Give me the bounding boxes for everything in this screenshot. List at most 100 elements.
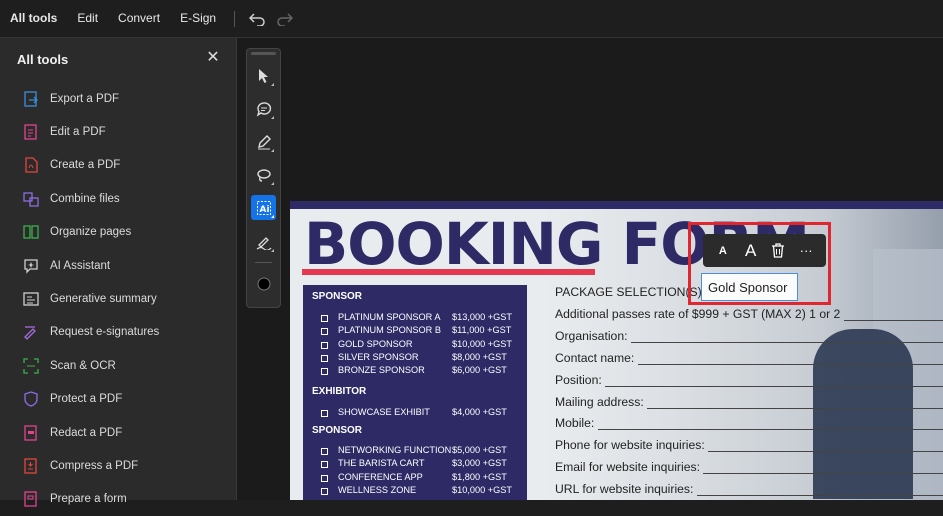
tool-item-edit-a-pdf[interactable]: Edit a PDF — [0, 115, 236, 148]
toolbar-grip[interactable] — [251, 52, 276, 55]
menu-edit[interactable]: Edit — [67, 0, 108, 37]
form-line: Phone for website inquiries: — [555, 438, 943, 453]
package-name: SHOWCASE EXHIBIT — [338, 407, 430, 417]
tool-item-label: Prepare a form — [50, 493, 127, 506]
delete-icon[interactable] — [767, 240, 789, 262]
tool-item-label: Export a PDF — [50, 92, 120, 105]
package-option: NETWORKING FUNCTION $5,000 +GST — [321, 445, 521, 455]
toolbar-divider — [255, 262, 272, 263]
organize-pages-icon — [22, 223, 40, 241]
exhibitor-heading: EXHIBITOR — [312, 386, 367, 397]
package-name: CONFERENCE APP — [338, 471, 423, 482]
tool-item-label: Request e-signatures — [50, 326, 160, 339]
top-menu-bar: All tools Edit Convert E-Sign — [0, 0, 943, 38]
tool-item-label: Generative summary — [50, 293, 157, 306]
select-icon[interactable] — [251, 63, 276, 88]
tool-item-redact-a-pdf[interactable]: Redact a PDF — [0, 416, 236, 449]
checkbox — [321, 487, 328, 495]
tool-item-request-e-signatures[interactable]: Request e-signatures — [0, 316, 236, 349]
tool-item-create-a-pdf[interactable]: Create a PDF — [0, 149, 236, 182]
tool-item-label: AI Assistant — [50, 259, 111, 272]
form-line: URL for website inquiries: — [555, 482, 943, 497]
checkbox — [321, 410, 328, 417]
form-line: Email for website inquiries: — [555, 460, 943, 475]
tool-item-export-a-pdf[interactable]: Export a PDF — [0, 82, 236, 115]
tool-item-label: Organize pages — [50, 226, 132, 239]
form-label: Additional passes rate of $999 + GST (MA… — [555, 306, 841, 321]
ai-assistant-icon — [22, 257, 40, 275]
tool-item-ai-assistant[interactable]: AI Assistant — [0, 249, 236, 282]
checkbox — [321, 315, 328, 322]
quick-tools-toolbar: Ai — [246, 48, 281, 308]
checkbox — [321, 474, 328, 482]
close-icon[interactable]: ✕ — [205, 50, 221, 66]
package-option: CONFERENCE APP $1,800 +GST — [321, 472, 521, 482]
more-options-icon[interactable]: ··· — [795, 240, 817, 262]
checkbox — [321, 368, 328, 376]
form-fill-line — [708, 450, 943, 453]
svg-text:Ai: Ai — [259, 205, 269, 215]
generative-summary-icon — [22, 290, 40, 308]
protect-pdf-icon — [22, 390, 40, 408]
package-price: $10,000 +GST — [452, 484, 513, 495]
menu-convert[interactable]: Convert — [108, 0, 170, 37]
lasso-icon[interactable] — [251, 162, 276, 187]
undo-icon[interactable] — [243, 5, 271, 33]
package-price: $3,000 +GST — [452, 458, 507, 469]
tool-item-label: Protect a PDF — [50, 393, 123, 406]
package-price: $13,000 +GST — [452, 312, 513, 322]
package-name: NETWORKING FUNCTION — [338, 445, 452, 455]
highlight-pen-icon[interactable] — [251, 129, 276, 154]
form-line: PACKAGE SELECTION(S) — [555, 285, 702, 299]
form-label: URL for website inquiries: — [555, 482, 694, 497]
increase-font-size-icon[interactable]: A — [740, 240, 762, 262]
sidebar-title: All tools — [17, 52, 69, 67]
title-underline — [302, 269, 595, 275]
tool-item-label: Combine files — [50, 192, 120, 205]
menu-esign[interactable]: E-Sign — [170, 0, 226, 37]
tool-item-label: Scan & OCR — [50, 359, 116, 372]
package-price: $8,000 +GST — [452, 351, 507, 362]
sponsor-heading-2: SPONSOR — [312, 425, 363, 436]
package-name: THE BARISTA CART — [338, 458, 425, 469]
checkbox — [321, 448, 328, 455]
pdf-page[interactable]: BOOKING FORM SPONSOR PLATINUM SPONSOR A $… — [290, 201, 943, 500]
form-label: Email for website inquiries: — [555, 460, 700, 475]
color-dot-icon[interactable] — [251, 271, 276, 296]
tool-item-organize-pages[interactable]: Organize pages — [0, 216, 236, 249]
package-name: SILVER SPONSOR — [338, 351, 419, 362]
form-line: Contact name: — [555, 351, 943, 365]
package-option: PLATINUM SPONSOR A $13,000 +GST — [321, 312, 521, 322]
redo-icon[interactable] — [271, 5, 299, 33]
form-label: Organisation: — [555, 328, 628, 343]
package-price: $6,000 +GST — [452, 365, 507, 376]
tool-item-protect-a-pdf[interactable]: Protect a PDF — [0, 383, 236, 416]
tool-item-compress-a-pdf[interactable]: Compress a PDF — [0, 449, 236, 482]
form-label: Position: — [555, 372, 602, 387]
tool-item-generative-summary[interactable]: Generative summary — [0, 282, 236, 315]
all-tools-panel: All tools ✕ Export a PDF Edit a PDF Create… — [0, 38, 237, 508]
page-top-band — [290, 201, 943, 209]
comment-icon[interactable] — [251, 96, 276, 121]
tool-item-scan-ocr[interactable]: Scan & OCR — [0, 349, 236, 382]
package-price: $1,800 +GST — [452, 471, 507, 482]
form-line: Organisation: — [555, 329, 943, 343]
editable-text-box[interactable]: Gold Sponsor — [701, 273, 798, 301]
tool-item-prepare-a-form[interactable]: Prepare a form — [0, 483, 236, 516]
form-line: Mobile: — [555, 416, 943, 431]
form-line: Mailing address: — [555, 395, 943, 409]
form-label: Mobile: — [555, 416, 595, 431]
menu-all-tools[interactable]: All tools — [0, 0, 67, 37]
combine-files-icon — [22, 190, 40, 208]
package-option: GOLD SPONSOR $10,000 +GST — [321, 339, 521, 349]
decrease-font-size-icon[interactable]: A — [712, 240, 734, 262]
package-option: WELLNESS ZONE $10,000 +GST — [321, 485, 521, 495]
package-option: PLATINUM SPONSOR B $11,000 +GST — [321, 325, 521, 336]
edit-pdf-icon — [22, 123, 40, 141]
sign-icon[interactable] — [251, 229, 276, 254]
menu-divider — [234, 10, 236, 27]
edit-text-icon[interactable]: Ai — [251, 195, 276, 220]
tool-item-combine-files[interactable]: Combine files — [0, 182, 236, 215]
tool-list: Export a PDF Edit a PDF Create a PDF Combin… — [0, 82, 236, 516]
form-line: Position: — [555, 373, 943, 387]
